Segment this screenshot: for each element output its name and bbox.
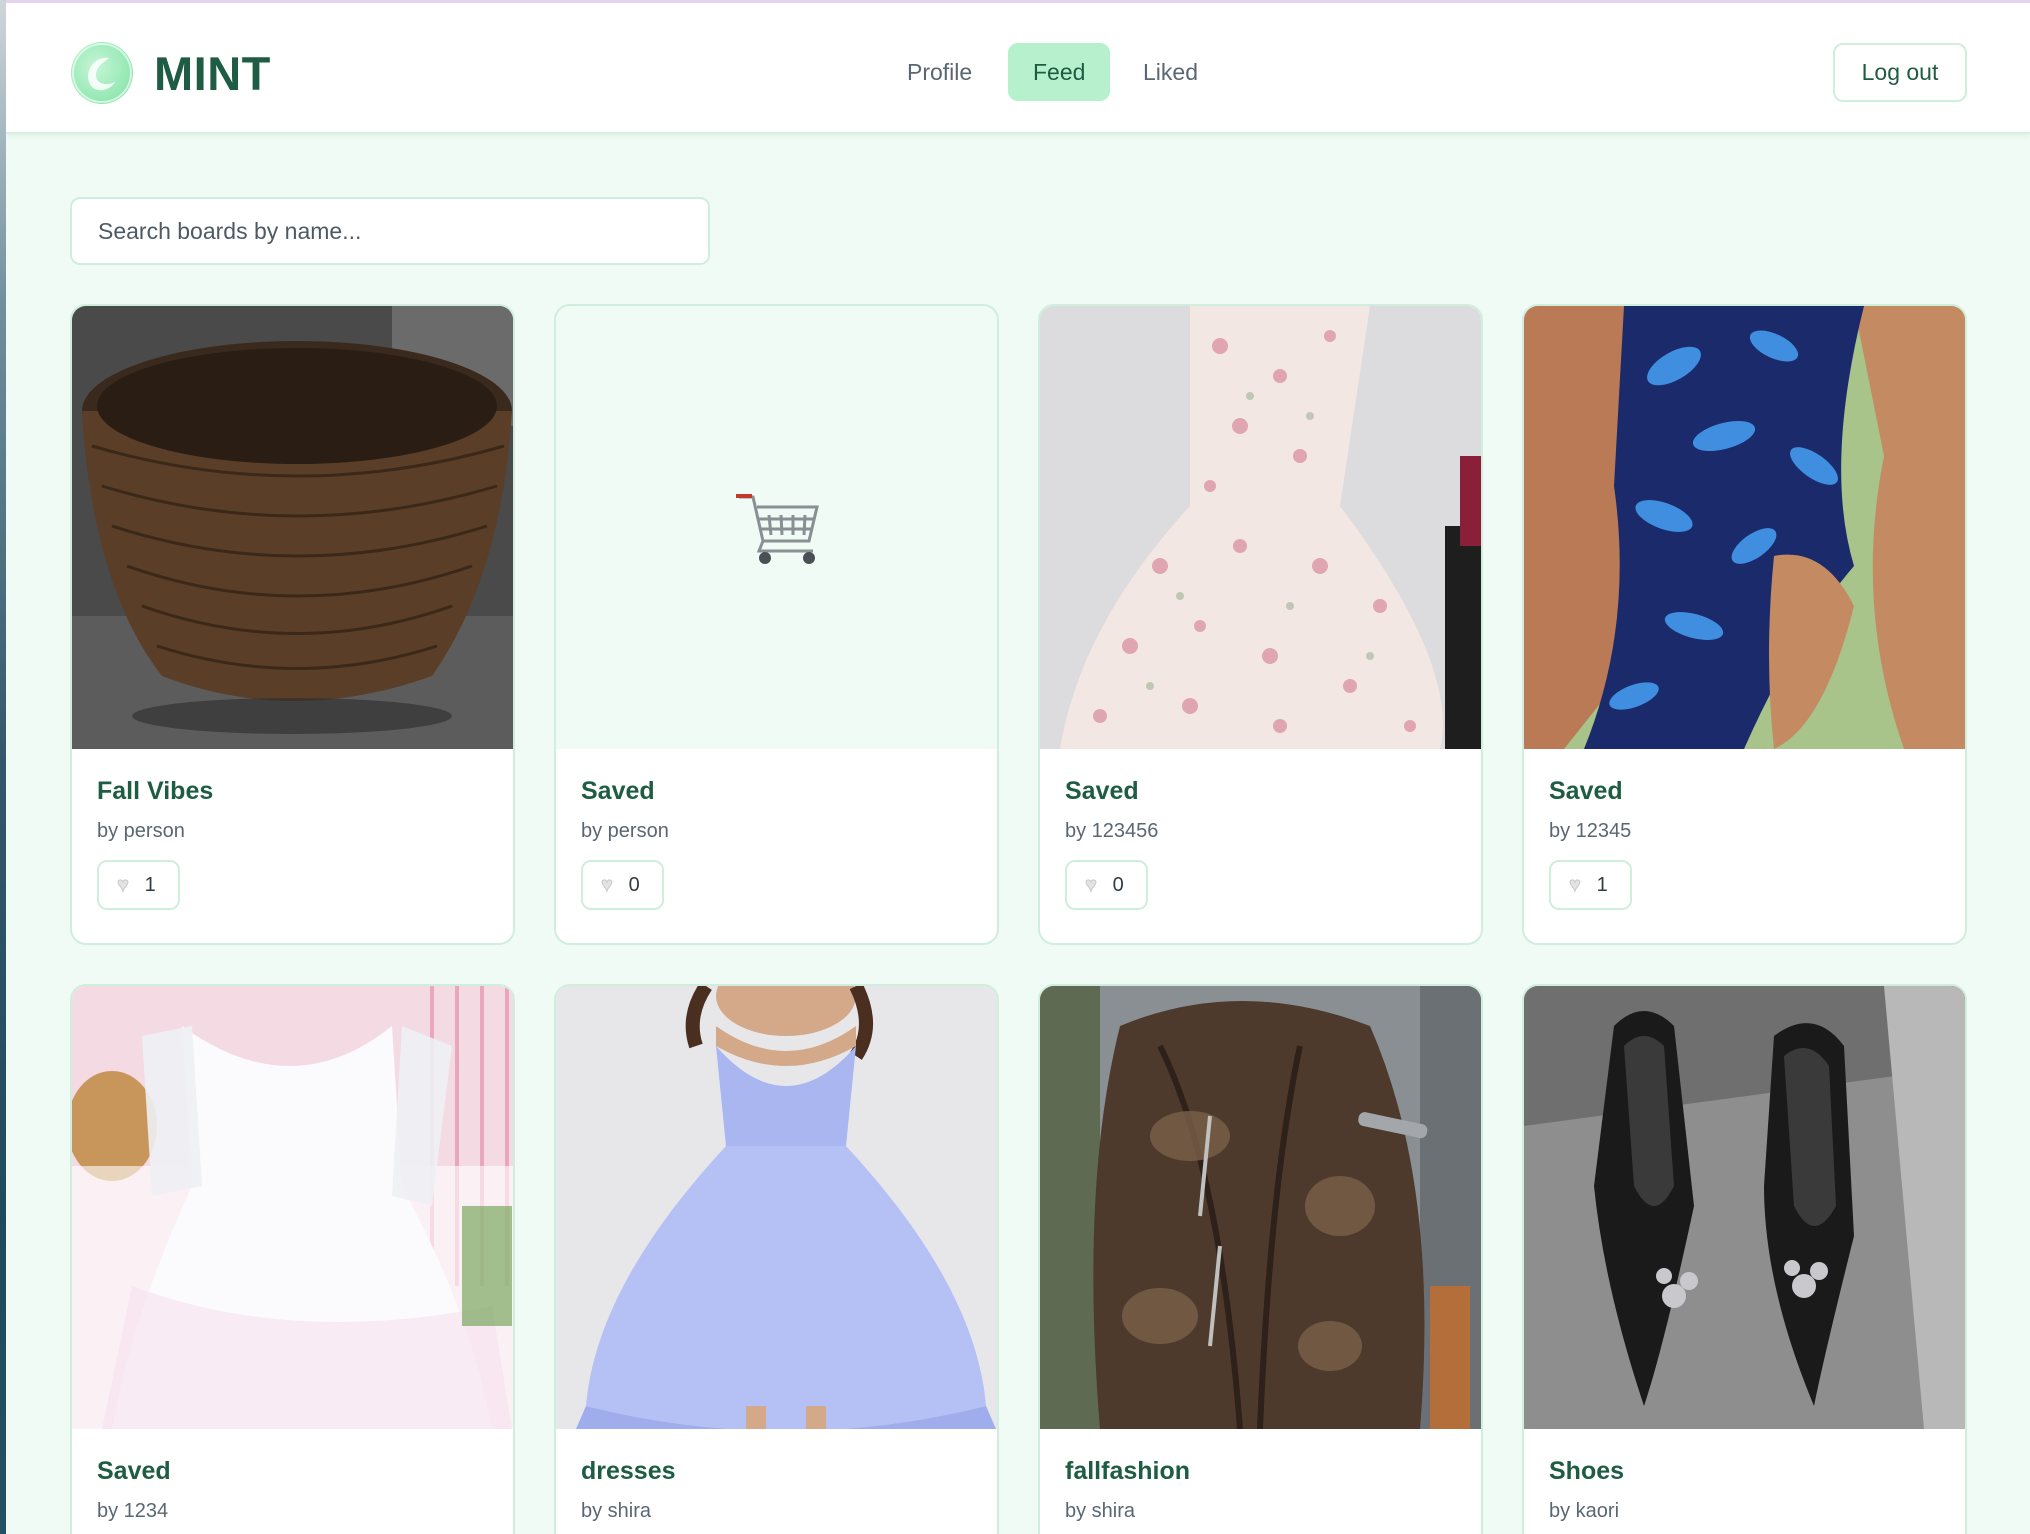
- like-button[interactable]: ♥ 0: [1065, 860, 1148, 910]
- board-card[interactable]: Saved by 12345 ♥ 1: [1522, 304, 1967, 945]
- logout-button[interactable]: Log out: [1833, 43, 1967, 102]
- like-button[interactable]: ♥ 1: [1549, 860, 1632, 910]
- heart-icon: ♥: [1569, 874, 1582, 897]
- board-title: Saved: [1065, 777, 1139, 805]
- board-author: by person: [581, 820, 669, 842]
- board-card[interactable]: Fall Vibes by person ♥ 1: [70, 304, 515, 945]
- search-input[interactable]: Search boards by name...: [70, 197, 710, 265]
- nav-feed[interactable]: Feed: [1008, 43, 1111, 101]
- board-title: fallfashion: [1065, 1457, 1191, 1485]
- top-header: MINT Profile Feed Liked Log out: [6, 3, 2030, 134]
- like-count: 1: [1596, 874, 1608, 896]
- heart-icon: ♥: [1085, 874, 1098, 897]
- board-author: by 123456: [1065, 820, 1159, 842]
- board-title: Fall Vibes: [97, 777, 214, 805]
- app-window: MINT Profile Feed Liked Log out Search b…: [6, 0, 2030, 1534]
- board-card[interactable]: dresses by shira: [554, 984, 999, 1534]
- board-author: by shira: [1065, 1500, 1136, 1522]
- nav-profile[interactable]: Profile: [882, 43, 997, 101]
- shopping-cart-icon: [736, 494, 819, 564]
- board-title: Saved: [1549, 777, 1623, 805]
- like-button[interactable]: ♥ 0: [581, 860, 664, 910]
- board-title: Shoes: [1549, 1457, 1625, 1485]
- board-image-floral-dress: [1040, 306, 1481, 749]
- board-card[interactable]: fallfashion by shira: [1038, 984, 1483, 1534]
- like-count: 1: [144, 874, 156, 896]
- like-button[interactable]: ♥ 1: [97, 860, 180, 910]
- like-count: 0: [628, 874, 640, 896]
- board-author: by 1234: [97, 1500, 169, 1522]
- board-image-blue-floral-dress: [1524, 306, 1965, 749]
- board-card[interactable]: Saved by person ♥ 0: [554, 304, 999, 945]
- nav-liked[interactable]: Liked: [1118, 43, 1223, 101]
- board-author: by 12345: [1549, 820, 1632, 842]
- board-card[interactable]: Saved by 1234: [70, 984, 515, 1534]
- board-author: by kaori: [1549, 1500, 1620, 1522]
- board-image-black-heels: [1524, 986, 1965, 1429]
- mint-logo-icon[interactable]: [71, 42, 133, 104]
- board-image-wicker-basket: [72, 306, 513, 749]
- board-author: by person: [97, 820, 185, 842]
- heart-icon: ♥: [117, 874, 130, 897]
- board-image-placeholder: [556, 306, 997, 749]
- board-title: Saved: [97, 1457, 171, 1485]
- brand-name[interactable]: MINT: [154, 46, 271, 101]
- board-title: dresses: [581, 1457, 676, 1485]
- heart-icon: ♥: [601, 874, 614, 897]
- board-image-leather-jacket: [1040, 986, 1481, 1429]
- like-count: 0: [1112, 874, 1124, 896]
- board-image-lavender-dress: [556, 986, 997, 1429]
- board-card[interactable]: Shoes by kaori: [1522, 984, 1967, 1534]
- board-card[interactable]: Saved by 123456 ♥ 0: [1038, 304, 1483, 945]
- board-image-white-lace-dress: [72, 986, 513, 1429]
- board-author: by shira: [581, 1500, 652, 1522]
- board-title: Saved: [581, 777, 655, 805]
